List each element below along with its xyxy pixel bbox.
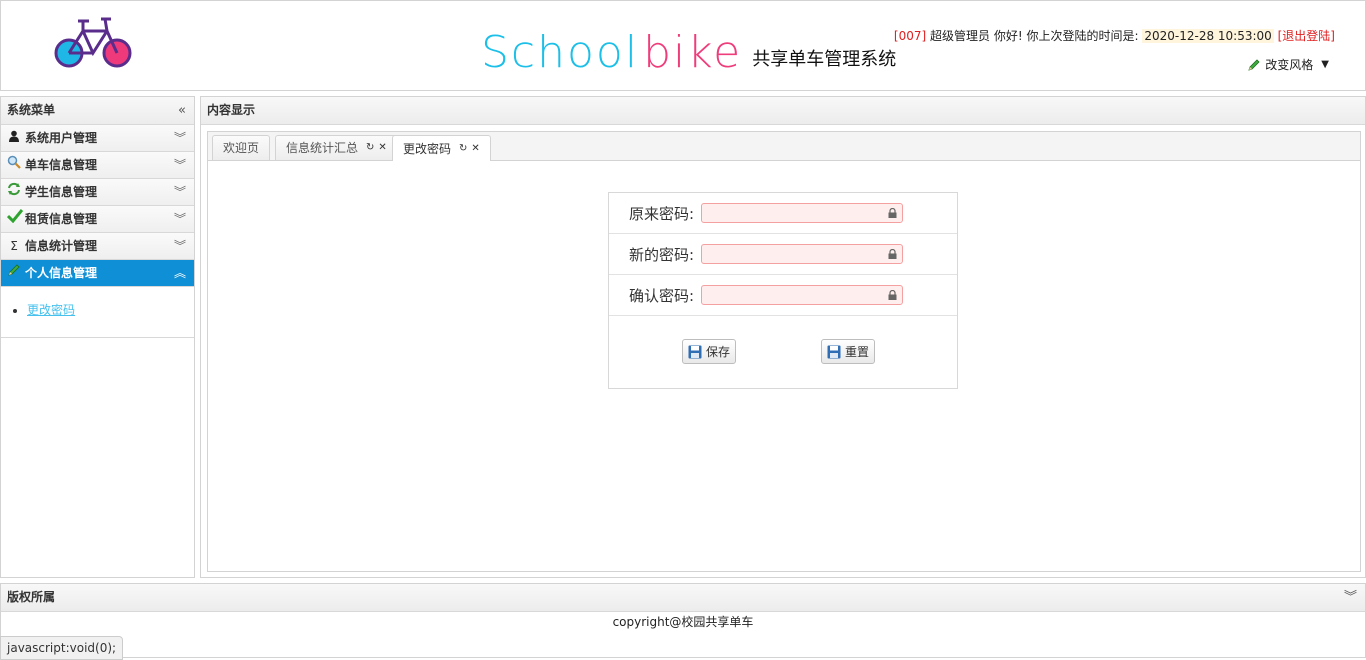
tab-statistics-summary[interactable]: 信息统计汇总 ↻ ✕ — [275, 135, 398, 160]
header: School bike 共享单车管理系统 [007] 超级管理员 你好! 你上次… — [0, 0, 1366, 91]
chevron-down-icon: ︾ — [173, 239, 186, 253]
sidebar-item-label: 单车信息管理 — [25, 158, 98, 172]
personal-info-submenu: 更改密码 — [1, 287, 194, 338]
content-header: 内容显示 — [201, 97, 1365, 125]
sidebar-item-system-users[interactable]: 系统用户管理 ︾ — [1, 125, 194, 152]
new-password-field-wrapper — [701, 244, 903, 264]
save-label: 保存 — [706, 345, 731, 359]
sidebar-item-personal-info[interactable]: 个人信息管理 ︽ — [1, 260, 194, 287]
sidebar-item-statistics[interactable]: Σ 信息统计管理 ︾ — [1, 233, 194, 260]
reset-button[interactable]: 重置 — [821, 339, 876, 364]
user-icon — [7, 125, 21, 151]
reset-label: 重置 — [845, 345, 870, 359]
logout-link[interactable]: [退出登陆] — [1278, 29, 1335, 43]
sidebar-item-label: 信息统计管理 — [25, 239, 98, 253]
lock-icon — [888, 290, 897, 300]
lock-icon — [888, 249, 897, 259]
tab-label: 欢迎页 — [223, 141, 260, 155]
tab-change-password[interactable]: 更改密码 ↻ ✕ — [392, 135, 491, 161]
form-actions: 保存 重置 — [609, 316, 957, 388]
browser-status-bar: javascript:void(0); — [0, 636, 124, 660]
form-row-confirm-password: 确认密码: — [609, 275, 957, 316]
brand-title: School bike 共享单车管理系统 — [481, 15, 896, 75]
sidebar-item-label: 学生信息管理 — [25, 185, 98, 199]
content-title: 内容显示 — [207, 103, 256, 117]
close-icon[interactable]: ✕ — [471, 137, 479, 161]
tab-label: 信息统计汇总 — [286, 141, 359, 155]
copyright-text: copyright@校园共享单车 — [612, 615, 754, 629]
old-password-input[interactable] — [702, 204, 880, 222]
content-panel: 内容显示 欢迎页 信息统计汇总 ↻ ✕ 更改密码 ↻ ✕ 原来密码: 新的密码:… — [200, 96, 1366, 578]
save-button[interactable]: 保存 — [682, 339, 737, 364]
sidebar-item-rental-info[interactable]: 租赁信息管理 ︾ — [1, 206, 194, 233]
confirm-password-input[interactable] — [702, 286, 880, 304]
close-icon[interactable]: ✕ — [378, 136, 386, 160]
sigma-icon: Σ — [10, 239, 18, 253]
bicycle-logo-icon — [54, 17, 132, 68]
sidebar: 系统菜单 « 系统用户管理 ︾ 单车信息管理 ︾ 学生信息管理 ︾ 租赁信息管理… — [0, 96, 195, 578]
new-password-label: 新的密码: — [628, 245, 694, 264]
refresh-icon — [7, 179, 21, 205]
footer-header: 版权所属 ︾ — [1, 584, 1365, 612]
check-icon — [6, 206, 24, 232]
magnifier-icon — [7, 152, 21, 178]
chevron-down-icon: ︾ — [173, 131, 186, 145]
sidebar-item-student-info[interactable]: 学生信息管理 ︾ — [1, 179, 194, 206]
save-disk-icon — [827, 345, 841, 358]
footer: 版权所属 ︾ copyright@校园共享单车 — [0, 583, 1366, 658]
tabs-container: 欢迎页 信息统计汇总 ↻ ✕ 更改密码 ↻ ✕ 原来密码: 新的密码: 确认密码… — [207, 131, 1361, 572]
double-chevron-left-icon[interactable]: « — [178, 97, 186, 124]
refresh-icon[interactable]: ↻ — [459, 137, 467, 161]
change-password-form: 原来密码: 新的密码: 确认密码: 保存 重置 — [608, 192, 958, 389]
user-info: [007] 超级管理员 你好! 你上次登陆的时间是: 2020-12-28 10… — [894, 27, 1335, 44]
double-chevron-down-icon[interactable]: ︾ — [1344, 584, 1357, 611]
sidebar-item-label: 个人信息管理 — [25, 266, 98, 280]
tabs-bar: 欢迎页 信息统计汇总 ↻ ✕ 更改密码 ↻ ✕ — [208, 132, 1360, 161]
save-disk-icon — [688, 345, 702, 358]
sidebar-title: 系统菜单 — [7, 103, 56, 117]
chevron-down-icon: ︾ — [173, 158, 186, 172]
brand-subtitle: 共享单车管理系统 — [752, 49, 897, 70]
brand-bike-text: bike — [643, 27, 743, 78]
sidebar-item-bike-info[interactable]: 单车信息管理 ︾ — [1, 152, 194, 179]
sidebar-item-label: 系统用户管理 — [25, 131, 98, 145]
user-id: [007] — [893, 29, 927, 43]
tab-label: 更改密码 — [403, 141, 452, 156]
refresh-icon[interactable]: ↻ — [366, 136, 374, 160]
footer-title: 版权所属 — [7, 590, 56, 604]
tab-welcome[interactable]: 欢迎页 — [212, 135, 271, 160]
chevron-down-icon: ︾ — [173, 212, 186, 226]
lock-icon — [888, 208, 897, 218]
sidebar-item-label: 租赁信息管理 — [25, 212, 98, 226]
new-password-input[interactable] — [702, 245, 880, 263]
pencil-icon — [7, 260, 21, 286]
form-row-new-password: 新的密码: — [609, 234, 957, 275]
pencil-icon — [1248, 58, 1260, 71]
chevron-up-icon: ︽ — [173, 266, 186, 280]
old-password-field-wrapper — [701, 203, 903, 223]
user-greeting: 超级管理员 你好! 你上次登陆的时间是: — [930, 29, 1139, 43]
form-row-old-password: 原来密码: — [609, 193, 957, 234]
brand-school-text: School — [481, 27, 640, 78]
last-login-time: 2020-12-28 10:53:00 — [1142, 29, 1274, 43]
confirm-password-label: 确认密码: — [628, 286, 694, 305]
change-password-link[interactable]: 更改密码 — [27, 303, 75, 317]
caret-down-icon: ▼ — [1321, 59, 1329, 70]
change-style-menu[interactable]: 改变风格 ▼ — [1247, 56, 1329, 73]
list-item: 更改密码 — [27, 301, 75, 318]
sidebar-header: 系统菜单 « — [1, 97, 194, 125]
change-style-label: 改变风格 — [1265, 58, 1314, 72]
old-password-label: 原来密码: — [628, 204, 694, 223]
confirm-password-field-wrapper — [701, 285, 903, 305]
chevron-down-icon: ︾ — [173, 185, 186, 199]
